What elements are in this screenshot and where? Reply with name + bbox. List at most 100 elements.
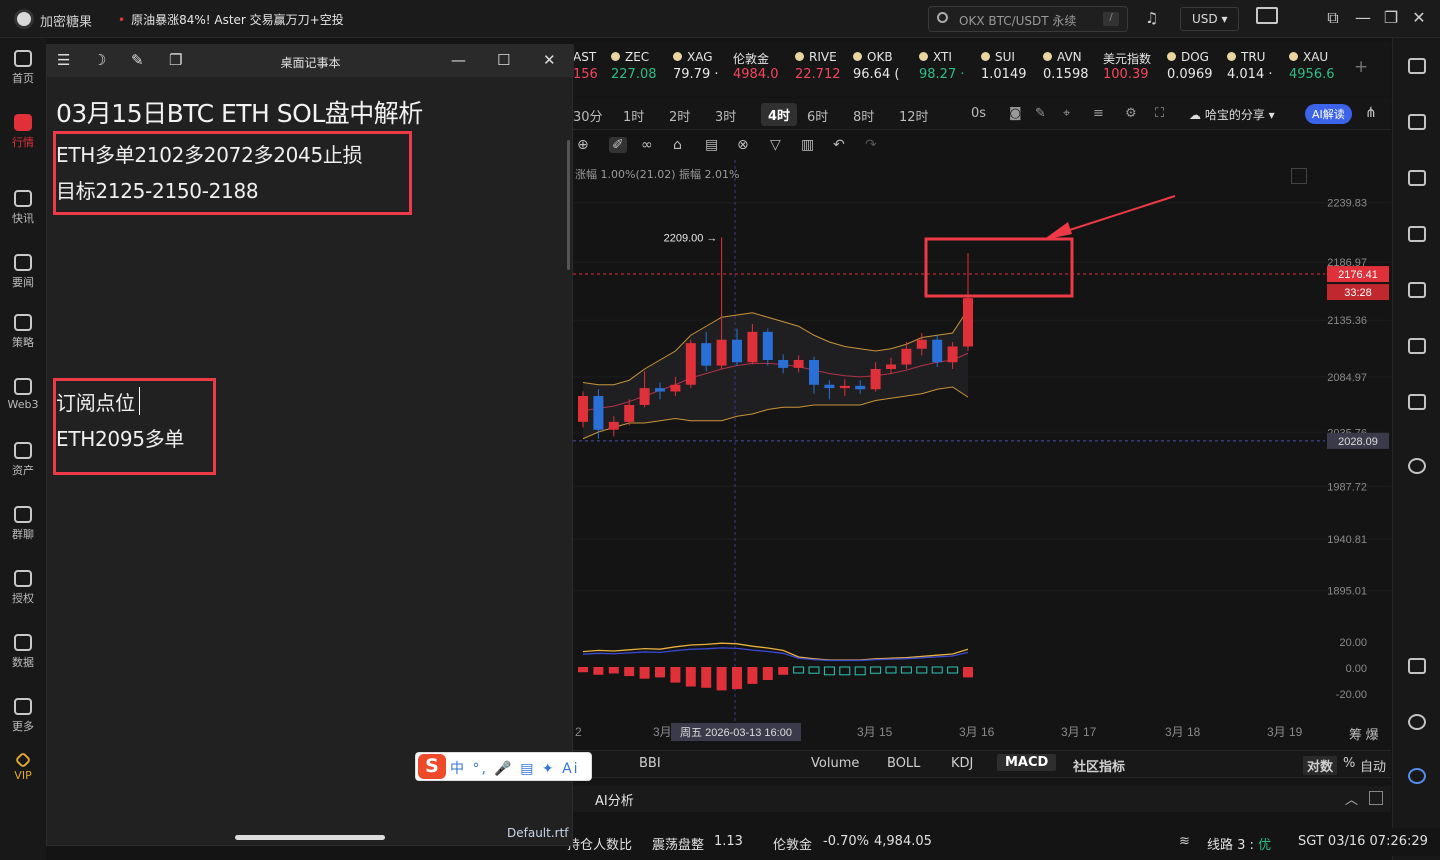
restore-icon[interactable]: ❐ — [1380, 8, 1402, 27]
lock-icon[interactable]: ⌂ — [673, 137, 682, 153]
dollar-icon[interactable] — [1408, 170, 1426, 186]
filter-icon[interactable]: ▽ — [770, 137, 781, 153]
bar-trend-icon[interactable] — [1408, 226, 1426, 242]
glasses-icon[interactable]: ∞ — [641, 137, 653, 153]
nav-item-3[interactable]: 要闻 — [0, 254, 46, 290]
undo-icon[interactable]: ↶ — [833, 137, 845, 153]
ime-toolbar[interactable]: S 中 °, 🎤 ▤ ✦ Ai — [415, 752, 592, 781]
ticker-item[interactable]: 伦敦金 4984.0 — [733, 50, 779, 82]
notepad-scrollbar[interactable] — [567, 140, 570, 270]
ticker-item[interactable]: AVN 0.1598 — [1043, 50, 1089, 82]
note-line-1[interactable]: ETH多单2102多2072多2045止损 — [56, 139, 363, 168]
search-input[interactable]: OKX BTC/USDT 永续 / — [928, 6, 1128, 32]
ticker-item[interactable]: SUI 1.0149 — [981, 50, 1027, 82]
layout-list-icon[interactable] — [1408, 58, 1426, 74]
zoom-icon[interactable]: ⊕ — [577, 137, 589, 153]
indicator-tab-1[interactable]: Volume — [811, 756, 859, 771]
axis-option-0[interactable]: 对数 — [1303, 756, 1338, 775]
ticker-item[interactable]: TRU 4.014 · — [1227, 50, 1272, 82]
np-maximize-icon[interactable]: ☐ — [497, 51, 510, 69]
note-line-4[interactable]: ETH2095多单 — [56, 423, 184, 452]
np-close-icon[interactable]: ✕ — [543, 51, 556, 69]
notepad-hscrollbar[interactable] — [235, 835, 385, 840]
timeframe-7[interactable]: 12时 — [899, 106, 929, 125]
nav-item-0[interactable]: 首页 — [0, 50, 46, 86]
draw-icon[interactable]: ✐ — [609, 137, 627, 153]
indicator-tab-3[interactable]: KDJ — [951, 756, 973, 771]
popout-icon[interactable] — [1369, 791, 1383, 805]
timeframe-4[interactable]: 4时 — [761, 103, 798, 126]
ticker-item[interactable]: ZEC 227.08 — [611, 50, 657, 82]
ticker-item[interactable]: XAG 79.79 · — [673, 50, 718, 82]
dock-icon[interactable]: ⧉ — [1322, 8, 1344, 28]
news-ticker[interactable]: • 原油暴涨84%! Aster 交易赢万刀+空投 — [118, 11, 344, 28]
currency-select[interactable]: USD ▾ — [1180, 7, 1239, 31]
pencil-icon[interactable]: ✎ — [1035, 106, 1046, 121]
timeframe-8[interactable]: 0s — [971, 106, 986, 121]
note-heading[interactable]: 03月15日BTC ETH SOL盘中解析 — [56, 94, 423, 130]
timeframe-2[interactable]: 2时 — [669, 106, 690, 125]
timeframe-6[interactable]: 8时 — [853, 106, 874, 125]
nav-item-9[interactable]: 数据 — [0, 634, 46, 670]
cursor-icon[interactable]: ⌖ — [1063, 106, 1070, 121]
settings-icon[interactable]: ⚙ — [1125, 106, 1137, 121]
nav-item-2[interactable]: 快讯 — [0, 190, 46, 226]
robot-icon[interactable] — [1408, 394, 1426, 410]
menu-icon[interactable]: ≡ — [1093, 106, 1104, 121]
timeframe-0[interactable]: 30分 — [573, 106, 603, 125]
nav-item-8[interactable]: 授权 — [0, 570, 46, 606]
monitor-icon[interactable] — [1408, 282, 1426, 298]
minimize-icon[interactable]: — — [1352, 8, 1374, 27]
bell-icon[interactable]: ♫ — [1145, 9, 1158, 27]
indicator-tab-2[interactable]: BOLL — [887, 756, 920, 771]
ticker-item[interactable]: XTI 98.27 · — [919, 50, 964, 82]
nav-item-7[interactable]: 群聊 — [0, 506, 46, 542]
indicator-tab-0[interactable]: BBI — [639, 756, 661, 771]
magnet-icon[interactable]: ⊗ — [737, 137, 749, 153]
nav-item-6[interactable]: 资产 — [0, 442, 46, 478]
share-button[interactable]: ☁ 哈宝的分享 ▾ — [1189, 106, 1275, 123]
ticker-item[interactable]: DOG 0.0969 — [1167, 50, 1213, 82]
indicator-tab-5[interactable]: 社区指标 — [1073, 756, 1125, 775]
np-minimize-icon[interactable]: — — [451, 51, 466, 69]
ticker-item[interactable]: 美元指数 100.39 — [1103, 50, 1151, 82]
timeframe-1[interactable]: 1时 — [623, 106, 644, 125]
ai-analysis-bar[interactable]: AI分析 ︿ — [573, 786, 1391, 812]
indicator-tab-4[interactable]: MACD — [997, 754, 1057, 771]
timeframe-3[interactable]: 3时 — [715, 106, 736, 125]
ticker-item[interactable]: OKB 96.64 ( — [853, 50, 899, 82]
trash-icon[interactable]: ▥ — [801, 137, 814, 153]
edit-box-icon[interactable]: ▤ — [705, 137, 718, 153]
ai-analysis-label: AI分析 — [595, 794, 634, 809]
add-ticker-icon[interactable]: + — [1354, 57, 1368, 77]
etf-icon[interactable] — [1408, 338, 1426, 354]
document-icon[interactable] — [1408, 114, 1426, 130]
headset-icon[interactable] — [1408, 714, 1426, 730]
mail-icon[interactable] — [1256, 7, 1278, 24]
ai-read-button[interactable]: AI解读 — [1305, 104, 1352, 124]
timeframe-5[interactable]: 6时 — [807, 106, 828, 125]
nav-item-11[interactable]: VIP — [0, 751, 46, 782]
swap-icon[interactable] — [1408, 458, 1426, 474]
collapse-icon[interactable]: ︿ — [1345, 789, 1358, 808]
note-line-3[interactable]: 订阅点位 — [56, 387, 135, 416]
fullscreen-icon[interactable]: ⛶ — [1155, 106, 1164, 121]
axis-option-2[interactable]: 自动 — [1360, 756, 1386, 775]
ticker-item[interactable]: RIVE 22.712 — [795, 50, 841, 82]
ticker-item[interactable]: AST 156 — [573, 50, 598, 82]
panel-icon[interactable] — [1408, 658, 1426, 674]
route-label[interactable]: 线路 3 : 优 — [1207, 834, 1271, 853]
assistant-icon[interactable] — [1408, 768, 1426, 784]
redo-icon[interactable]: ↷ — [865, 137, 877, 153]
close-icon[interactable]: ✕ — [1408, 8, 1430, 27]
ticker-item[interactable]: XAU 4956.6 — [1289, 50, 1335, 82]
camera-icon[interactable]: ◙ — [1009, 106, 1022, 121]
nav-item-1[interactable]: 行情 — [0, 114, 46, 150]
nav-item-5[interactable]: Web3 — [0, 378, 46, 411]
note-line-2[interactable]: 目标2125-2150-2188 — [56, 175, 259, 204]
price-chart[interactable]: 涨幅 1.00%(21.02) 振幅 2.01% 2239.83 2186.97 2… — [573, 160, 1391, 750]
axis-option-1[interactable]: % — [1343, 756, 1355, 771]
share-node-icon[interactable]: ⋔ — [1365, 105, 1377, 121]
nav-item-10[interactable]: 更多 — [0, 698, 46, 734]
nav-item-4[interactable]: 策略 — [0, 314, 46, 350]
